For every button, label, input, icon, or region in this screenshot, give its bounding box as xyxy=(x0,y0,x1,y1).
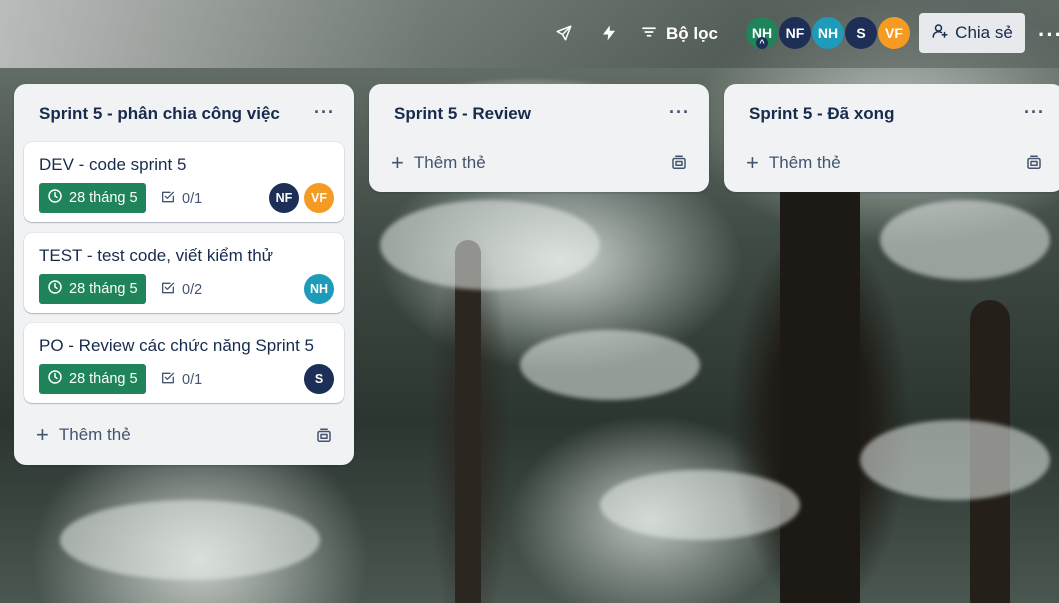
card-title: DEV - code sprint 5 xyxy=(39,155,187,174)
add-card-button[interactable]: + Thêm thẻ xyxy=(36,424,131,446)
add-card-button[interactable]: + Thêm thẻ xyxy=(391,152,486,174)
list-title[interactable]: Sprint 5 - phân chia công việc xyxy=(39,104,280,124)
checkbox-icon xyxy=(160,280,176,300)
member-avatar[interactable]: NH xyxy=(304,274,334,304)
automation-icon[interactable] xyxy=(598,22,620,44)
card-title: TEST - test code, viết kiểm thử xyxy=(39,246,274,265)
list-title[interactable]: Sprint 5 - Đã xong xyxy=(749,104,894,124)
checkbox-icon xyxy=(160,370,176,390)
plus-icon: + xyxy=(36,422,49,447)
card[interactable]: PO - Review các chức năng Sprint 5 28 th… xyxy=(24,323,344,403)
card-title: PO - Review các chức năng Sprint 5 xyxy=(39,336,314,355)
card-template-icon[interactable] xyxy=(1025,154,1043,172)
checklist-badge: 0/1 xyxy=(160,189,202,209)
member-avatar[interactable]: NH xyxy=(812,17,844,49)
member-avatar[interactable]: S xyxy=(845,17,877,49)
due-date-badge[interactable]: 28 tháng 5 xyxy=(39,364,146,394)
add-person-icon xyxy=(931,22,949,45)
list-actions-icon[interactable]: ··· xyxy=(314,102,335,123)
board-header: Bộ lọc NH ^ NF NH S VF Chia sẻ ··· xyxy=(0,0,1059,68)
plus-icon: + xyxy=(391,150,404,175)
filter-icon xyxy=(640,23,658,46)
member-avatar[interactable]: VF xyxy=(304,183,334,213)
member-avatar[interactable]: NF xyxy=(269,183,299,213)
member-avatar[interactable]: NF xyxy=(779,17,811,49)
power-ups-icon[interactable] xyxy=(553,22,575,44)
clock-icon xyxy=(47,188,63,208)
card-members: S xyxy=(304,364,334,394)
list-column: Sprint 5 - Review ··· + Thêm thẻ xyxy=(369,84,709,192)
list-column: Sprint 5 - Đã xong ··· + Thêm thẻ xyxy=(724,84,1059,192)
checkbox-icon xyxy=(160,189,176,209)
card-members: NH xyxy=(304,274,334,304)
more-menu-icon[interactable]: ··· xyxy=(1038,22,1059,48)
filter-button[interactable]: Bộ lọc xyxy=(640,20,718,48)
checklist-badge: 0/1 xyxy=(160,370,202,390)
list-actions-icon[interactable]: ··· xyxy=(669,102,690,123)
card-members: NF VF xyxy=(269,183,334,213)
list-title[interactable]: Sprint 5 - Review xyxy=(394,104,531,124)
checklist-badge: 0/2 xyxy=(160,280,202,300)
card[interactable]: DEV - code sprint 5 28 tháng 5 0/1 NF VF xyxy=(24,142,344,222)
filter-label: Bộ lọc xyxy=(666,24,718,43)
member-avatar[interactable]: S xyxy=(304,364,334,394)
list-actions-icon[interactable]: ··· xyxy=(1024,102,1045,123)
clock-icon xyxy=(47,369,63,389)
plus-icon: + xyxy=(746,150,759,175)
member-avatar[interactable]: VF xyxy=(878,17,910,49)
add-card-button[interactable]: + Thêm thẻ xyxy=(746,152,841,174)
clock-icon xyxy=(47,279,63,299)
card-template-icon[interactable] xyxy=(315,427,333,445)
share-label: Chia sẻ xyxy=(955,23,1013,42)
due-date-badge[interactable]: 28 tháng 5 xyxy=(39,274,146,304)
card-template-icon[interactable] xyxy=(670,154,688,172)
board-members: NH ^ NF NH S VF xyxy=(746,17,911,49)
admin-chevron-icon: ^ xyxy=(756,37,768,49)
share-button[interactable]: Chia sẻ xyxy=(919,13,1025,53)
card[interactable]: TEST - test code, viết kiểm thử 28 tháng… xyxy=(24,233,344,313)
due-date-badge[interactable]: 28 tháng 5 xyxy=(39,183,146,213)
member-avatar[interactable]: NH ^ xyxy=(746,17,778,49)
list-column: Sprint 5 - phân chia công việc ··· DEV -… xyxy=(14,84,354,465)
